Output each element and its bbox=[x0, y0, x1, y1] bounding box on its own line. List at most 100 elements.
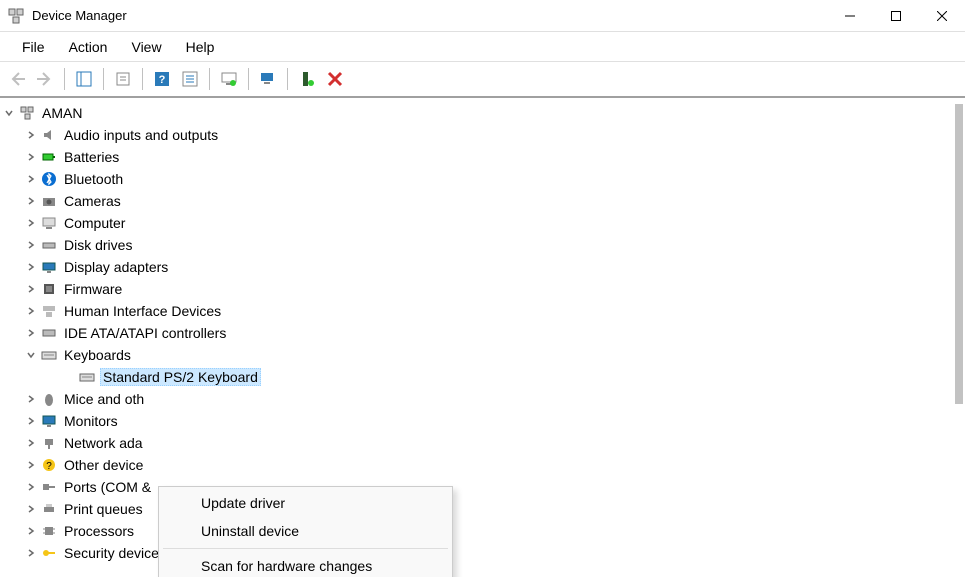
forward-button[interactable] bbox=[32, 66, 58, 92]
menu-file[interactable]: File bbox=[10, 35, 57, 59]
show-hide-tree-button[interactable] bbox=[71, 66, 97, 92]
toolbar-separator bbox=[248, 68, 249, 90]
toolbar: ? bbox=[0, 62, 965, 98]
expander-icon[interactable] bbox=[24, 150, 38, 164]
expander-icon[interactable] bbox=[24, 326, 38, 340]
keyboard-icon bbox=[78, 368, 96, 386]
battery-icon bbox=[40, 148, 58, 166]
maximize-button[interactable] bbox=[873, 0, 919, 32]
expander-icon[interactable] bbox=[24, 238, 38, 252]
tree-item-processors[interactable]: Processors bbox=[0, 520, 965, 542]
expander-icon[interactable] bbox=[24, 348, 38, 362]
scrollbar[interactable] bbox=[955, 104, 963, 404]
action-list-button[interactable] bbox=[177, 66, 203, 92]
expander-icon[interactable] bbox=[24, 172, 38, 186]
tree-item-label: Network ada bbox=[62, 435, 145, 451]
tree-item-bluetooth[interactable]: Bluetooth bbox=[0, 168, 965, 190]
tree-item-firmware[interactable]: Firmware bbox=[0, 278, 965, 300]
tree-item-label: Disk drives bbox=[62, 237, 134, 253]
toolbar-separator bbox=[142, 68, 143, 90]
update-driver-button[interactable] bbox=[216, 66, 242, 92]
expander-icon[interactable] bbox=[24, 414, 38, 428]
key-icon bbox=[40, 544, 58, 562]
expander-icon[interactable] bbox=[24, 128, 38, 142]
tree-item-keyboards[interactable]: Keyboards bbox=[0, 344, 965, 366]
content-area: AMAN Audio inputs and outputs Batteries … bbox=[0, 98, 965, 577]
expander-icon[interactable] bbox=[2, 106, 16, 120]
expander-icon[interactable] bbox=[24, 282, 38, 296]
audio-icon bbox=[40, 126, 58, 144]
tree-root[interactable]: AMAN bbox=[0, 102, 965, 124]
menu-action[interactable]: Action bbox=[57, 35, 120, 59]
tree-item-label: Display adapters bbox=[62, 259, 170, 275]
disk-icon bbox=[40, 236, 58, 254]
minimize-button[interactable] bbox=[827, 0, 873, 32]
toolbar-separator bbox=[64, 68, 65, 90]
tree-item-label: Processors bbox=[62, 523, 136, 539]
tree-item-label: IDE ATA/ATAPI controllers bbox=[62, 325, 228, 341]
context-separator bbox=[163, 548, 448, 549]
expander-icon[interactable] bbox=[24, 216, 38, 230]
tree-item-computer[interactable]: Computer bbox=[0, 212, 965, 234]
tree-item-label: Print queues bbox=[62, 501, 145, 517]
tree-item-ide[interactable]: IDE ATA/ATAPI controllers bbox=[0, 322, 965, 344]
pc-icon bbox=[40, 214, 58, 232]
help-button[interactable]: ? bbox=[149, 66, 175, 92]
monitor-icon bbox=[40, 412, 58, 430]
tree-item-monitors[interactable]: Monitors bbox=[0, 410, 965, 432]
tree-item-cameras[interactable]: Cameras bbox=[0, 190, 965, 212]
context-scan-hardware[interactable]: Scan for hardware changes bbox=[159, 552, 452, 577]
device-tree[interactable]: AMAN Audio inputs and outputs Batteries … bbox=[0, 98, 965, 568]
mouse-icon bbox=[40, 390, 58, 408]
close-button[interactable] bbox=[919, 0, 965, 32]
tree-children: Audio inputs and outputs Batteries Bluet… bbox=[0, 124, 965, 564]
tree-item-label: Standard PS/2 Keyboard bbox=[100, 368, 261, 386]
context-update-driver[interactable]: Update driver bbox=[159, 489, 452, 517]
back-button[interactable] bbox=[4, 66, 30, 92]
bluetooth-icon bbox=[40, 170, 58, 188]
tree-root-label: AMAN bbox=[40, 105, 84, 121]
cpu-icon bbox=[40, 522, 58, 540]
tree-item-display[interactable]: Display adapters bbox=[0, 256, 965, 278]
tree-item-selected[interactable]: Standard PS/2 Keyboard bbox=[0, 366, 965, 388]
tree-item-security[interactable]: Security devices bbox=[0, 542, 965, 564]
tree-item-disk[interactable]: Disk drives bbox=[0, 234, 965, 256]
menu-help[interactable]: Help bbox=[174, 35, 227, 59]
window-title: Device Manager bbox=[32, 8, 827, 23]
expander-icon[interactable] bbox=[24, 260, 38, 274]
svg-text:?: ? bbox=[159, 74, 166, 86]
context-uninstall-device[interactable]: Uninstall device bbox=[159, 517, 452, 545]
expander-icon[interactable] bbox=[24, 502, 38, 516]
expander-placeholder bbox=[62, 370, 76, 384]
tree-item-label: Computer bbox=[62, 215, 127, 231]
expander-icon[interactable] bbox=[24, 436, 38, 450]
tree-item-label: Firmware bbox=[62, 281, 124, 297]
enable-device-button[interactable] bbox=[294, 66, 320, 92]
tree-item-network[interactable]: Network ada bbox=[0, 432, 965, 454]
menu-view[interactable]: View bbox=[119, 35, 173, 59]
tree-item-label: Ports (COM & bbox=[62, 479, 153, 495]
expander-icon[interactable] bbox=[24, 480, 38, 494]
tree-item-label: Monitors bbox=[62, 413, 120, 429]
toolbar-separator bbox=[287, 68, 288, 90]
uninstall-device-button[interactable] bbox=[322, 66, 348, 92]
expander-icon[interactable] bbox=[24, 392, 38, 406]
expander-icon[interactable] bbox=[24, 524, 38, 538]
tree-item-mice[interactable]: Mice and oth bbox=[0, 388, 965, 410]
tree-item-batteries[interactable]: Batteries bbox=[0, 146, 965, 168]
computer-icon bbox=[18, 104, 36, 122]
expander-icon[interactable] bbox=[24, 546, 38, 560]
tree-item-label: Bluetooth bbox=[62, 171, 125, 187]
properties-button[interactable] bbox=[110, 66, 136, 92]
expander-icon[interactable] bbox=[24, 194, 38, 208]
tree-item-hid[interactable]: Human Interface Devices bbox=[0, 300, 965, 322]
tree-item-other[interactable]: ?Other device bbox=[0, 454, 965, 476]
tree-item-print[interactable]: Print queues bbox=[0, 498, 965, 520]
expander-icon[interactable] bbox=[24, 304, 38, 318]
tree-item-audio[interactable]: Audio inputs and outputs bbox=[0, 124, 965, 146]
tree-item-ports[interactable]: Ports (COM & bbox=[0, 476, 965, 498]
expander-icon[interactable] bbox=[24, 458, 38, 472]
scan-hardware-button[interactable] bbox=[255, 66, 281, 92]
device-manager-icon bbox=[8, 8, 24, 24]
keyboard-icon bbox=[40, 346, 58, 364]
